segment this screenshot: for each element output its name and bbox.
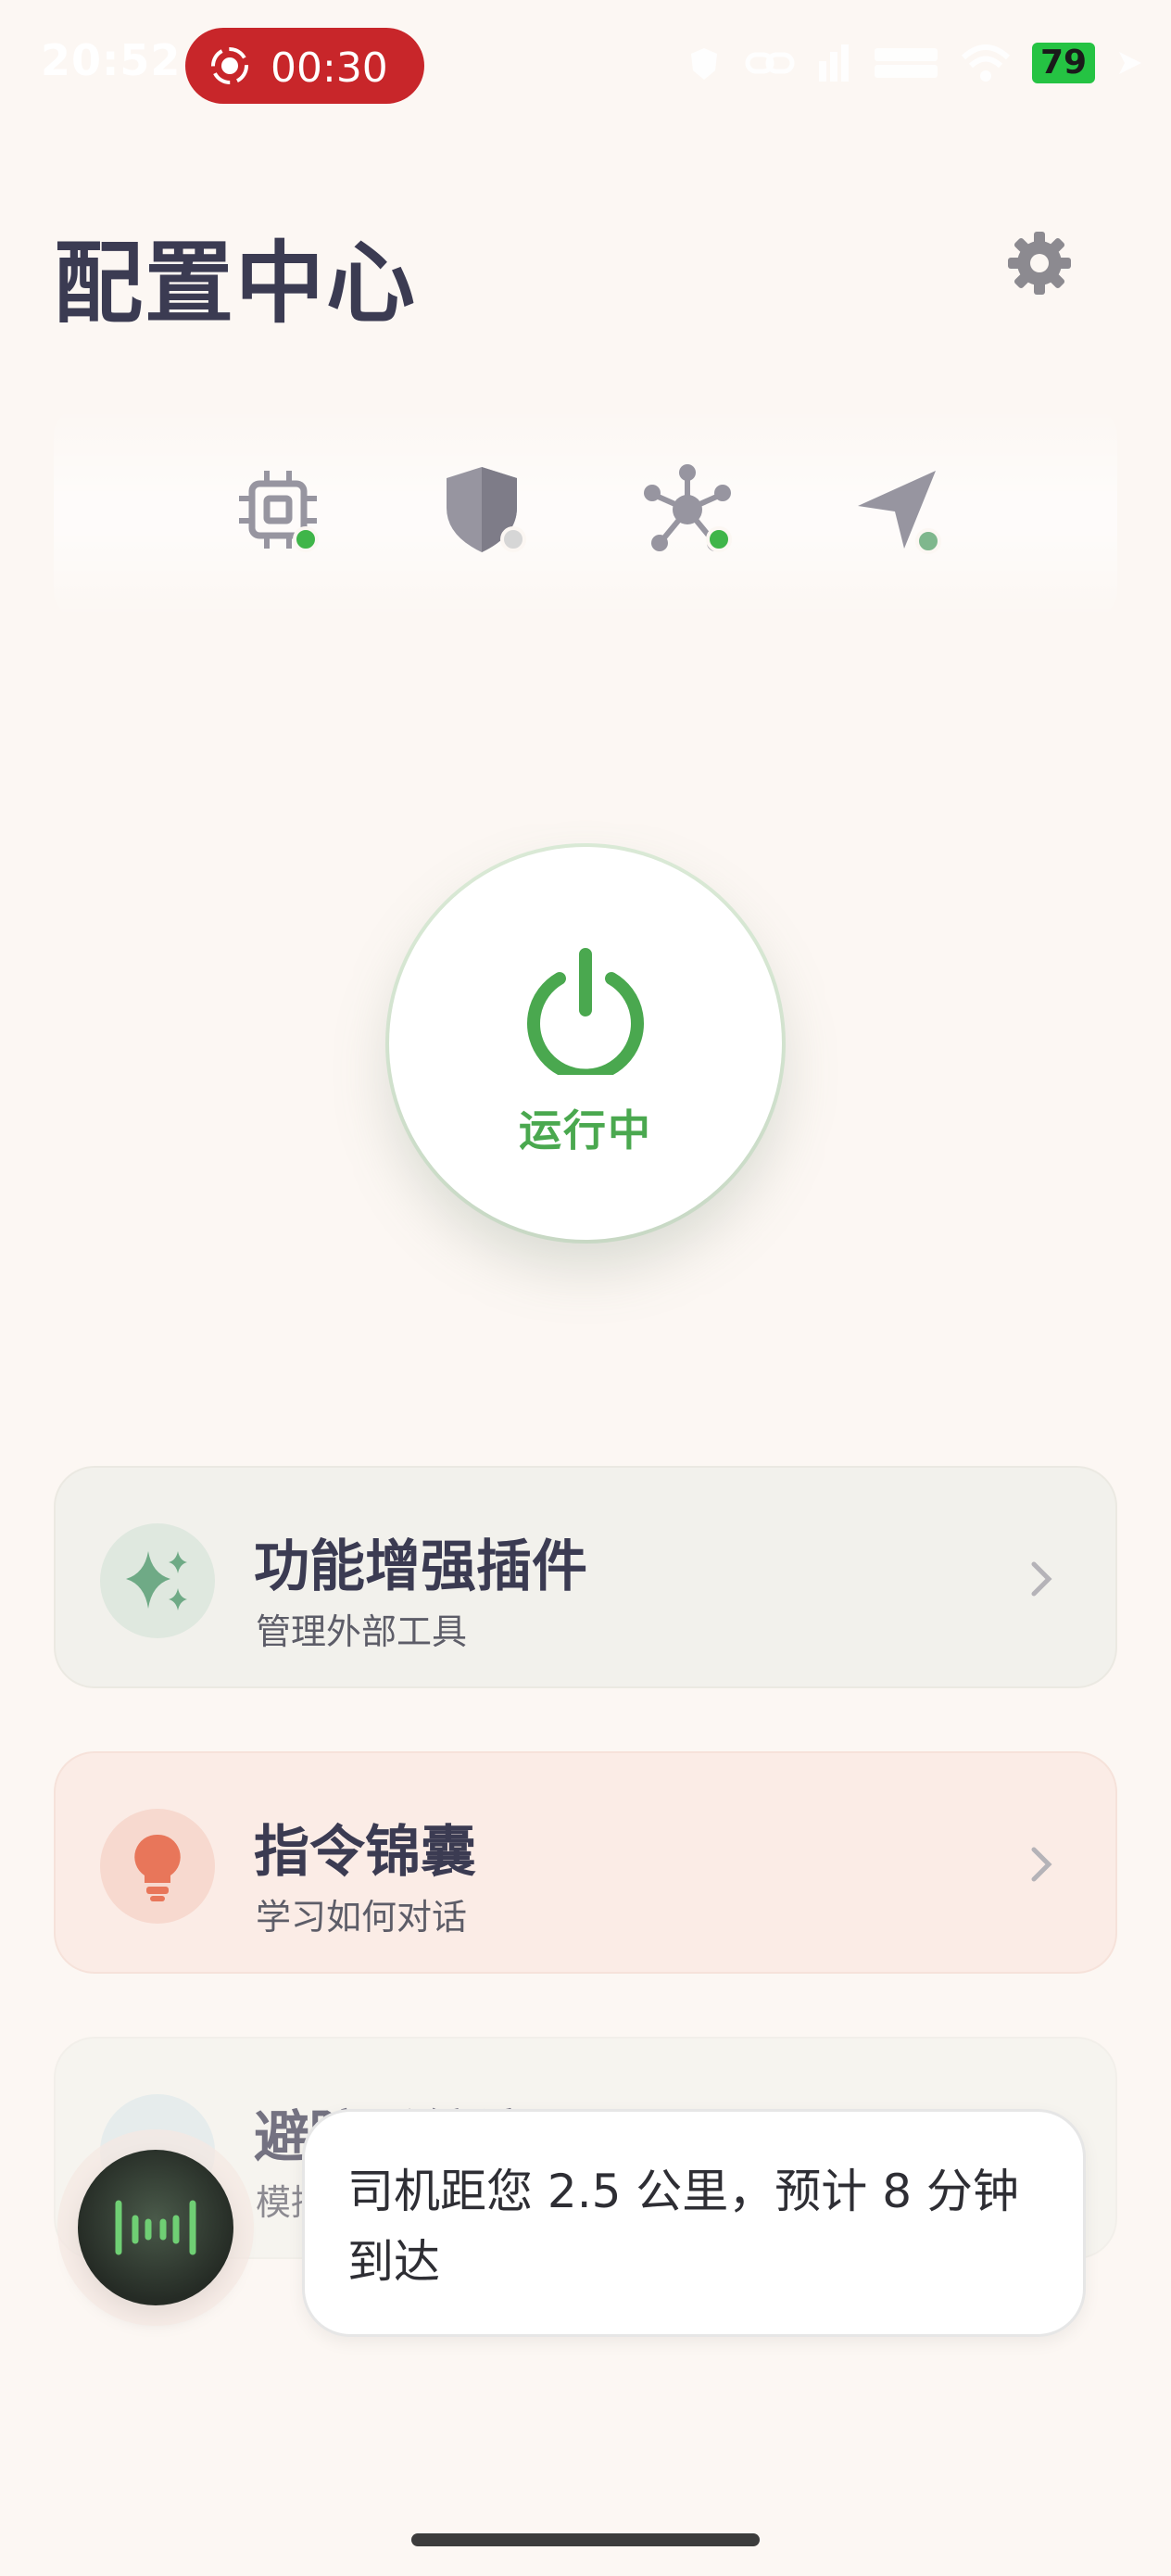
card-title: 指令锦囊: [254, 1820, 476, 1885]
lightbulb-icon: [134, 1834, 181, 1901]
card-title: 功能增强插件: [254, 1534, 587, 1599]
network-speed-icon: [875, 48, 938, 78]
chevron-right-icon: [1031, 1561, 1052, 1597]
page-title: 配置中心: [54, 232, 417, 335]
gear-icon[interactable]: [1002, 226, 1077, 300]
status-bar: 20:52 00:30 79: [0, 0, 1171, 130]
location-icon: [1119, 52, 1141, 74]
sparkles-icon: [126, 1551, 187, 1610]
wifi-icon: [961, 44, 1011, 82]
card-subtitle: 学习如何对话: [256, 1897, 468, 1938]
signal-icon: [819, 44, 849, 82]
chevron-right-icon: [1031, 1847, 1052, 1882]
power-icon: [527, 948, 644, 1075]
recording-icon: [211, 47, 248, 84]
battery-icon: 79: [1032, 43, 1095, 83]
command-tips-card[interactable]: 指令锦囊 学习如何对话: [54, 1751, 1117, 1974]
alarm-icon: [691, 48, 717, 80]
sparkles-icon-bg: [100, 1523, 215, 1638]
home-indicator[interactable]: [411, 2533, 760, 2546]
voice-assistant-button[interactable]: [78, 2150, 233, 2305]
status-dot-network: [706, 526, 732, 552]
power-status-label: 运行中: [519, 1105, 652, 1155]
status-dot-navigation: [915, 528, 941, 554]
voice-waveform-icon: [115, 2200, 196, 2255]
toast-message: 司机距您 2.5 公里，预计 8 分钟到达: [347, 2165, 1019, 2289]
card-subtitle: 管理外部工具: [256, 1611, 468, 1652]
screen-recording-pill[interactable]: 00:30: [185, 28, 424, 104]
status-dot-chip: [293, 526, 319, 552]
status-time: 20:52: [41, 35, 182, 85]
status-dot-shield: [500, 526, 526, 552]
assistant-toast: 司机距您 2.5 公里，预计 8 分钟到达: [302, 2109, 1086, 2337]
status-icons: 79: [684, 35, 1143, 91]
status-indicator-row: [54, 408, 1117, 619]
lightbulb-icon-bg: [100, 1809, 215, 1924]
plugins-card[interactable]: 功能增强插件 管理外部工具: [54, 1466, 1117, 1688]
recording-time: 00:30: [271, 44, 388, 92]
link-icon: [745, 52, 795, 74]
